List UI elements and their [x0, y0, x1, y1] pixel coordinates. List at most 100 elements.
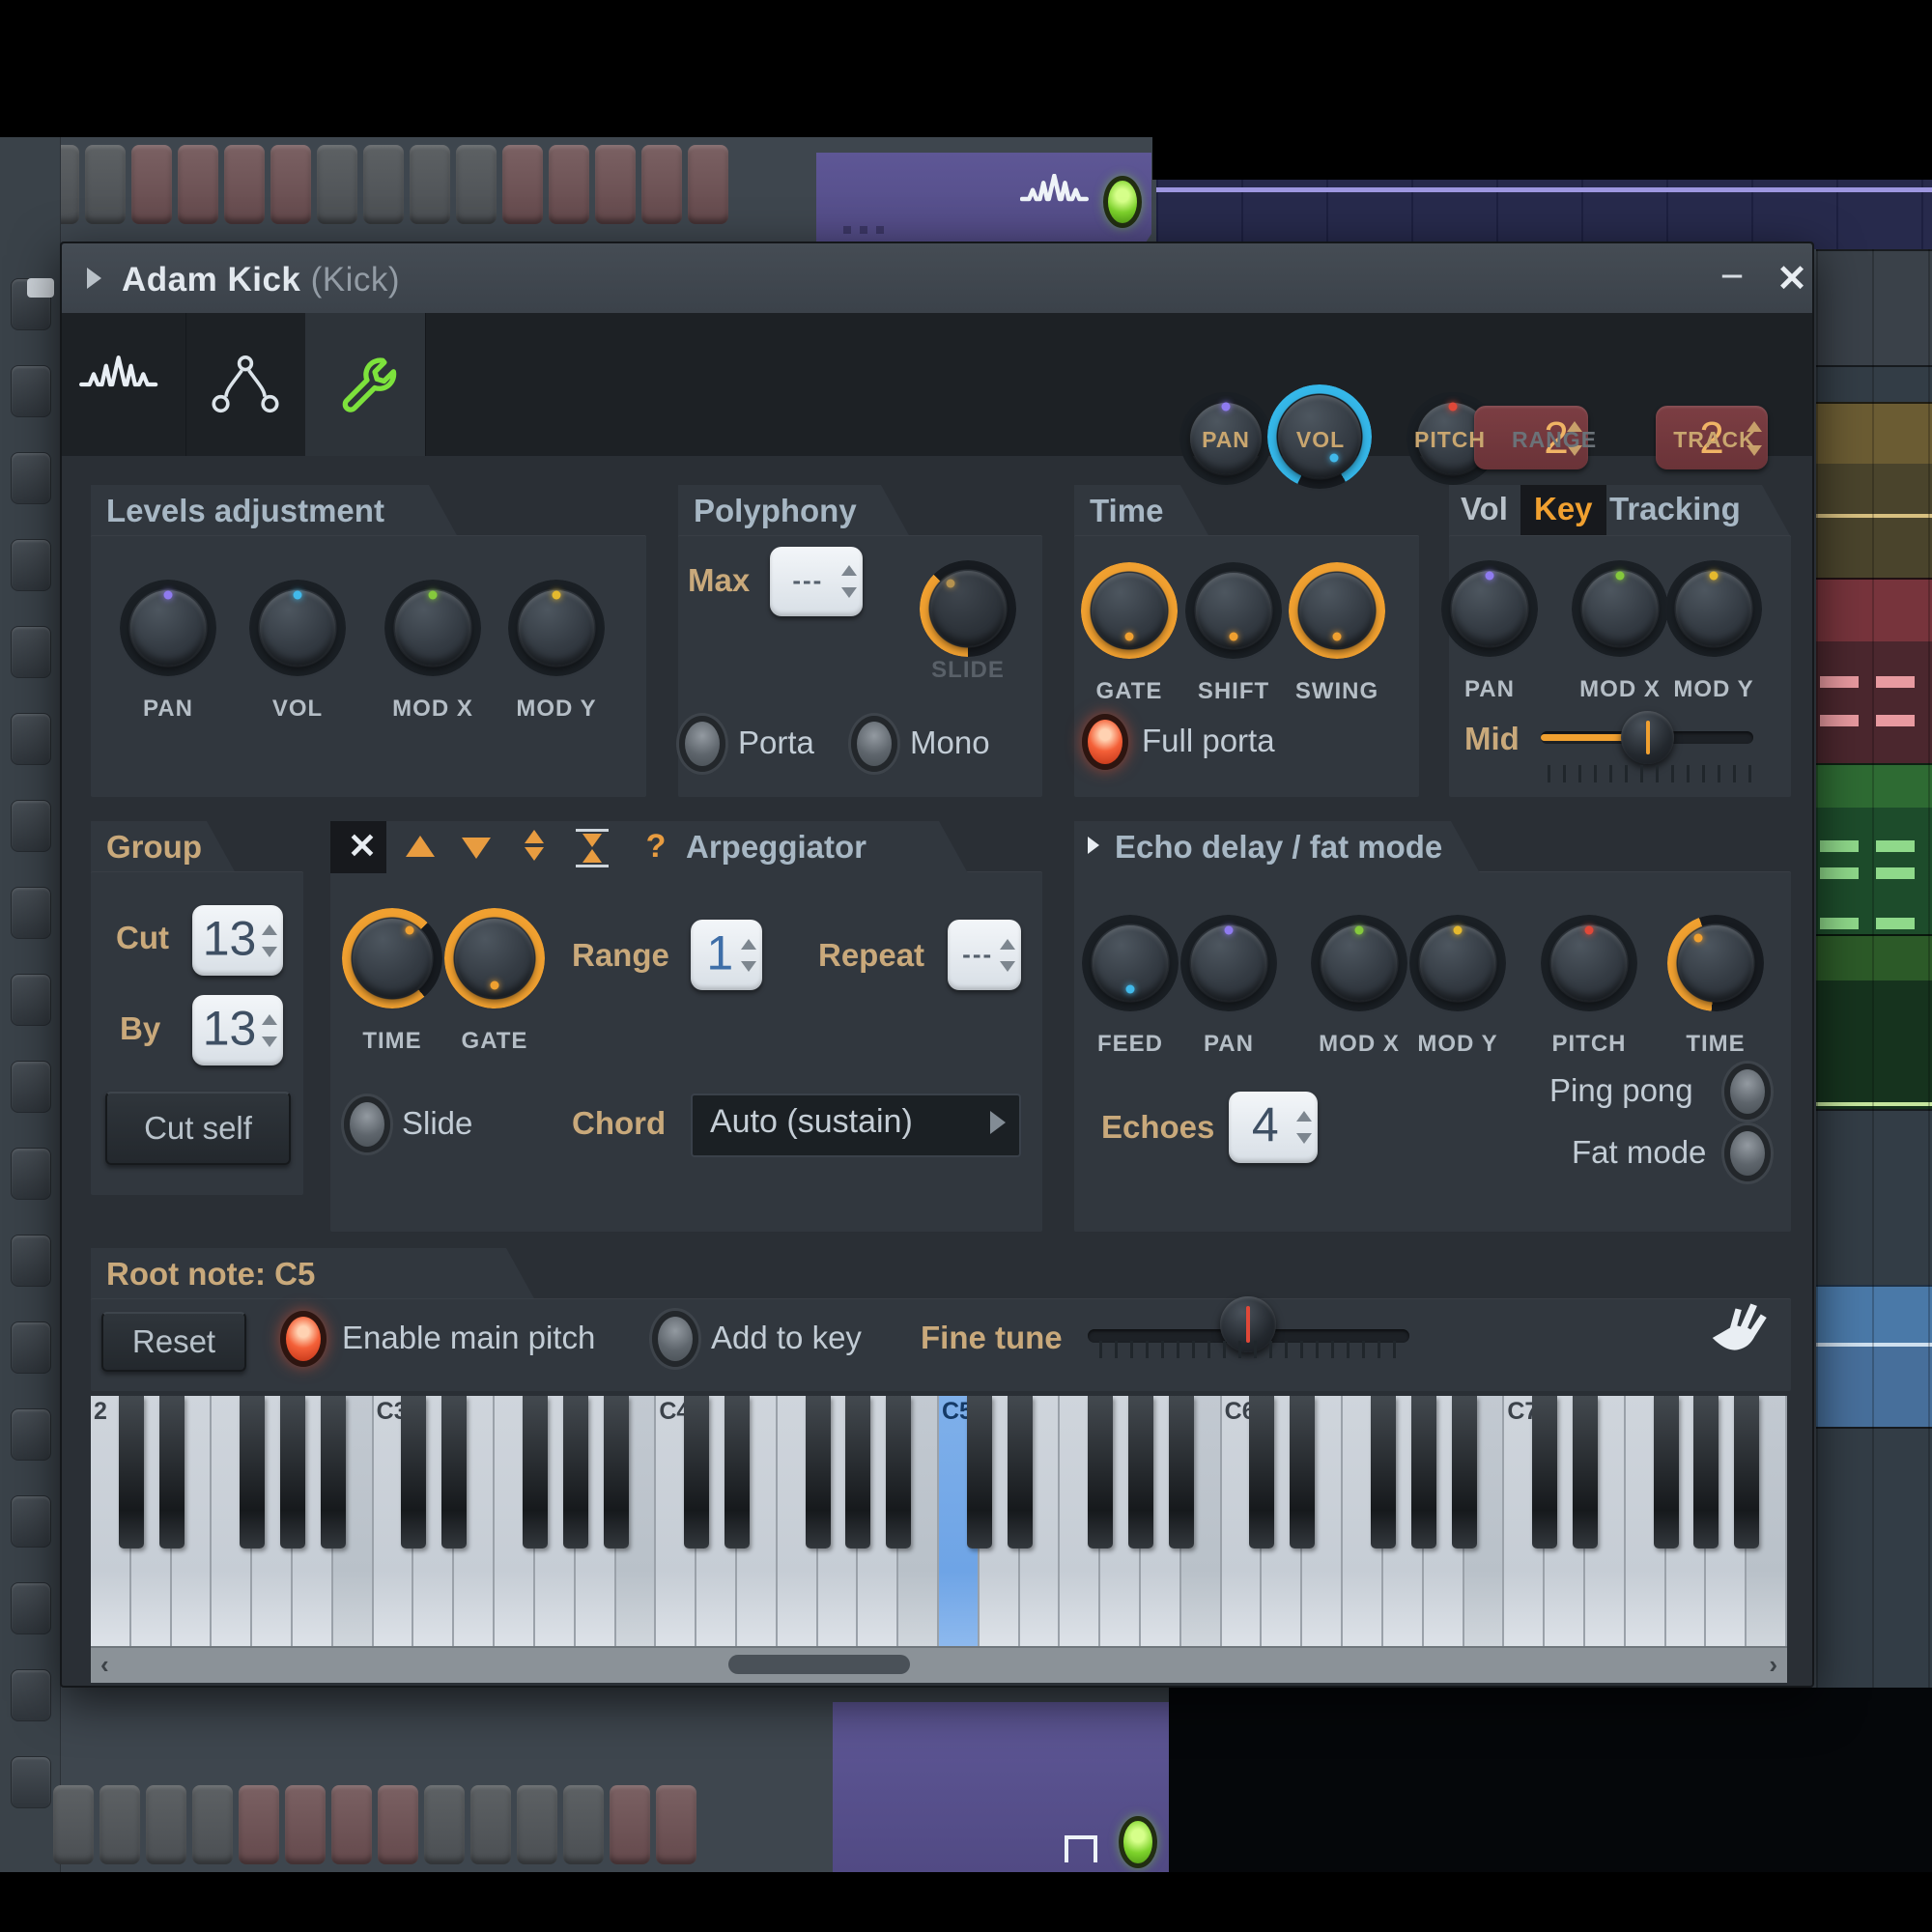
- by-spinner[interactable]: 13: [192, 995, 283, 1065]
- pan-knob[interactable]: [1441, 560, 1538, 657]
- step-cell[interactable]: [131, 145, 172, 224]
- black-key[interactable]: [1290, 1396, 1315, 1548]
- channel-led-icon[interactable]: [1103, 176, 1142, 228]
- black-key[interactable]: [1532, 1396, 1557, 1548]
- black-key[interactable]: [159, 1396, 185, 1548]
- black-key[interactable]: [724, 1396, 750, 1548]
- rack-button[interactable]: [11, 1495, 51, 1548]
- spinner-arrows-icon[interactable]: [1296, 1109, 1312, 1146]
- black-key[interactable]: [119, 1396, 144, 1548]
- black-key[interactable]: [1008, 1396, 1033, 1548]
- enable-main-pitch-led[interactable]: [280, 1311, 327, 1367]
- arp-updown-icon[interactable]: [510, 821, 558, 873]
- pan-knob[interactable]: [120, 580, 216, 676]
- rack-button[interactable]: [11, 1235, 51, 1287]
- rack-button[interactable]: [11, 1408, 51, 1461]
- mid-slider-thumb[interactable]: [1621, 711, 1674, 764]
- tab-key-tracking[interactable]: Key: [1520, 485, 1606, 535]
- black-key[interactable]: [845, 1396, 870, 1548]
- scroll-left-icon[interactable]: ‹: [100, 1650, 109, 1680]
- black-key[interactable]: [563, 1396, 588, 1548]
- black-key[interactable]: [1452, 1396, 1477, 1548]
- fat-mode-led[interactable]: [1724, 1125, 1771, 1181]
- step-cell[interactable]: [563, 1785, 604, 1864]
- mod-y-knob[interactable]: [1665, 560, 1762, 657]
- step-cell[interactable]: [53, 1785, 94, 1864]
- black-key[interactable]: [806, 1396, 831, 1548]
- max-poly-spinner[interactable]: ---: [770, 547, 863, 616]
- spinner-arrows-icon[interactable]: [1000, 937, 1015, 974]
- step-cell[interactable]: [470, 1785, 511, 1864]
- pan-knob[interactable]: [1180, 915, 1277, 1011]
- step-cell[interactable]: [641, 145, 682, 224]
- shift-knob[interactable]: [1185, 562, 1282, 659]
- black-key[interactable]: [280, 1396, 305, 1548]
- piano-keyboard[interactable]: 2C3C4C5C6C7C: [91, 1396, 1787, 1646]
- channel-led-icon[interactable]: [1119, 1816, 1157, 1868]
- mod-x-knob[interactable]: [1311, 915, 1407, 1011]
- pitch-knob[interactable]: [1541, 915, 1637, 1011]
- minimize-button[interactable]: −: [1710, 253, 1754, 301]
- scroll-right-icon[interactable]: ›: [1769, 1650, 1777, 1680]
- mod-x-knob[interactable]: [384, 580, 481, 676]
- reset-button[interactable]: Reset: [101, 1312, 246, 1372]
- time-knob[interactable]: [342, 908, 442, 1009]
- arp-slide-led[interactable]: [344, 1096, 390, 1152]
- tab-vol-tracking[interactable]: Vol: [1461, 491, 1508, 527]
- step-cell[interactable]: [85, 145, 126, 224]
- echoes-spinner[interactable]: 4: [1229, 1092, 1318, 1163]
- black-key[interactable]: [1249, 1396, 1274, 1548]
- close-button[interactable]: ✕: [1770, 257, 1814, 301]
- step-cell[interactable]: [99, 1785, 140, 1864]
- window-titlebar[interactable]: Adam Kick (Kick) − ✕: [62, 243, 1812, 314]
- add-to-key-led[interactable]: [652, 1311, 698, 1367]
- step-cell[interactable]: [239, 1785, 279, 1864]
- help-icon[interactable]: ?: [632, 821, 680, 873]
- black-key[interactable]: [1654, 1396, 1679, 1548]
- rack-button[interactable]: [11, 1148, 51, 1200]
- black-key[interactable]: [886, 1396, 911, 1548]
- step-cell[interactable]: [192, 1785, 233, 1864]
- spinner-arrows-icon[interactable]: [262, 1012, 277, 1049]
- arp-down-icon[interactable]: [452, 821, 500, 873]
- step-cell[interactable]: [378, 1785, 418, 1864]
- black-key[interactable]: [401, 1396, 426, 1548]
- rack-button[interactable]: [11, 365, 51, 417]
- step-cell[interactable]: [317, 145, 357, 224]
- rack-button[interactable]: [11, 1669, 51, 1721]
- black-key[interactable]: [967, 1396, 992, 1548]
- step-cell[interactable]: [595, 145, 636, 224]
- rack-button[interactable]: [11, 1582, 51, 1634]
- step-cell[interactable]: [517, 1785, 557, 1864]
- black-key[interactable]: [1693, 1396, 1719, 1548]
- step-cell[interactable]: [178, 145, 218, 224]
- channel-button-top[interactable]: [816, 153, 1151, 254]
- black-key[interactable]: [1734, 1396, 1759, 1548]
- arp-repeat-spinner[interactable]: ---: [948, 920, 1021, 990]
- black-key[interactable]: [523, 1396, 548, 1548]
- step-cell[interactable]: [610, 1785, 650, 1864]
- rack-button[interactable]: [11, 974, 51, 1026]
- spinner-arrows-icon[interactable]: [262, 923, 277, 959]
- spinner-arrows-icon[interactable]: [841, 563, 857, 600]
- step-cell[interactable]: [456, 145, 497, 224]
- close-icon[interactable]: ✕: [338, 821, 386, 873]
- ping-pong-led[interactable]: [1724, 1064, 1771, 1120]
- step-cell[interactable]: [363, 145, 404, 224]
- gate-knob[interactable]: [1081, 562, 1178, 659]
- time-knob[interactable]: [1667, 915, 1764, 1011]
- arp-chord-dropdown[interactable]: Auto (sustain): [691, 1094, 1021, 1157]
- cut-spinner[interactable]: 13: [192, 905, 283, 976]
- mod-y-knob[interactable]: [1409, 915, 1506, 1011]
- tab-tracking-label[interactable]: Tracking: [1609, 491, 1741, 527]
- keyboard-scrollbar[interactable]: ‹ ›: [91, 1646, 1787, 1683]
- step-cell[interactable]: [224, 145, 265, 224]
- expand-icon[interactable]: [1088, 837, 1099, 854]
- black-key[interactable]: [1128, 1396, 1153, 1548]
- step-cell[interactable]: [285, 1785, 326, 1864]
- rack-button[interactable]: [11, 887, 51, 939]
- step-cell[interactable]: [270, 145, 311, 224]
- step-cell[interactable]: [410, 145, 450, 224]
- rack-button[interactable]: [11, 626, 51, 678]
- rack-button[interactable]: [11, 452, 51, 504]
